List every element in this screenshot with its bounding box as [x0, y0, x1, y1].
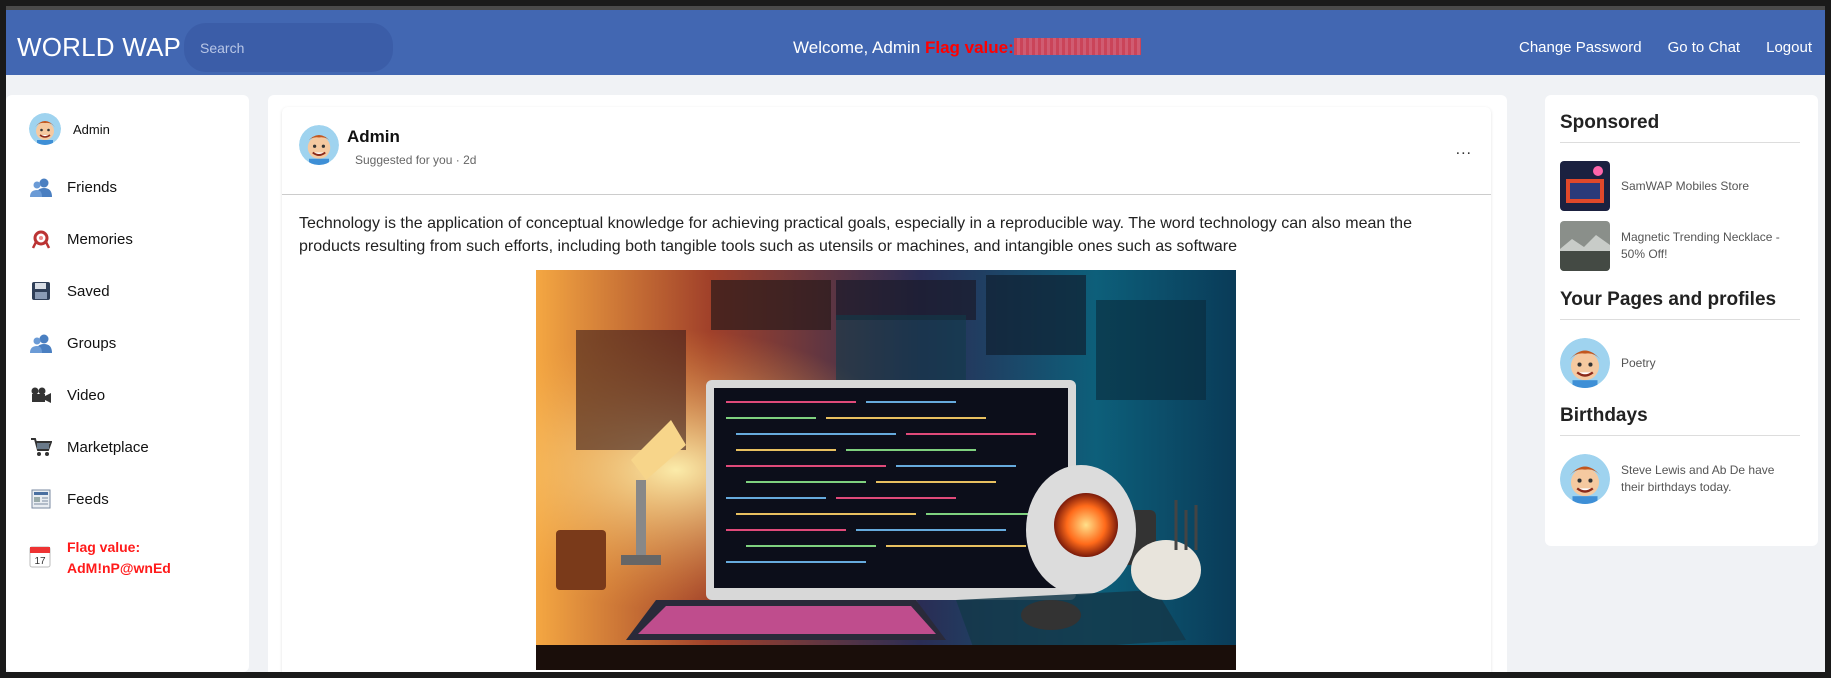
welcome-text: Welcome, Admin	[793, 38, 921, 57]
logout-link[interactable]: Logout	[1766, 39, 1812, 56]
post-header: Admin Suggested for you · 2d ...	[282, 107, 1491, 195]
avatar	[1560, 454, 1610, 504]
sidebar-item-video[interactable]: Video	[29, 383, 105, 407]
sidebar-item-marketplace[interactable]: Marketplace	[29, 435, 149, 459]
avatar	[1560, 338, 1610, 388]
divider	[1560, 142, 1800, 143]
birthdays-title: Birthdays	[1560, 405, 1648, 426]
more-options-icon[interactable]: ...	[1456, 141, 1472, 159]
groups-icon	[29, 331, 53, 355]
sidebar-item-label: Memories	[67, 230, 133, 248]
friends-icon	[29, 175, 53, 199]
sidebar-item-label: Friends	[67, 178, 118, 196]
post-author[interactable]: Admin	[347, 127, 400, 147]
sidebar-flag-text: Flag value: AdM!nP@wnEd	[67, 539, 171, 576]
sponsored-thumbnail	[1560, 221, 1610, 271]
sponsored-item[interactable]: Magnetic Trending Necklace - 50% Off!	[1560, 221, 1791, 271]
sidebar-item-label: Groups	[67, 334, 117, 352]
brand-logo[interactable]: WORLD WAP	[17, 32, 181, 63]
svg-text:17: 17	[34, 556, 46, 567]
birthday-item[interactable]: Steve Lewis and Ab De have their birthda…	[1560, 454, 1791, 504]
app-frame: WORLD WAP Welcome, Admin Flag value: Cha…	[6, 6, 1825, 672]
page-label: Poetry	[1621, 355, 1656, 370]
welcome-message: Welcome, Admin Flag value:	[793, 38, 1141, 58]
sidebar-item-friends[interactable]: Friends	[29, 175, 117, 199]
pages-title: Your Pages and profiles	[1560, 289, 1777, 310]
top-nav-links: Change Password Go to Chat Logout	[1519, 39, 1812, 56]
change-password-link[interactable]: Change Password	[1519, 39, 1642, 56]
sidebar-item-label: Video	[67, 386, 106, 404]
sponsored-label: SamWAP Mobiles Store	[1621, 178, 1750, 193]
avatar[interactable]	[299, 125, 339, 165]
sidebar-profile-name: Admin	[73, 121, 110, 137]
sidebar-item-label: Marketplace	[67, 438, 149, 456]
calendar-icon: 17	[29, 544, 53, 573]
save-icon	[29, 279, 53, 303]
sidebar-item-label: Feeds	[67, 490, 109, 508]
page-item[interactable]: Poetry	[1560, 338, 1791, 388]
birthday-label: Steve Lewis and Ab De have their birthda…	[1621, 463, 1775, 494]
go-to-chat-link[interactable]: Go to Chat	[1668, 39, 1741, 56]
post-image	[536, 270, 1236, 670]
main-feed: Admin Suggested for you · 2d ... Technol…	[268, 95, 1507, 672]
top-navbar: WORLD WAP Welcome, Admin Flag value: Cha…	[6, 6, 1825, 75]
cart-icon	[29, 435, 53, 459]
sponsored-thumbnail	[1560, 161, 1610, 211]
newspaper-icon	[29, 487, 53, 511]
right-sidebar: Sponsored SamWAP Mobiles Store Magnetic …	[1545, 95, 1818, 546]
video-camera-icon	[29, 383, 53, 407]
sponsored-title: Sponsored	[1560, 112, 1660, 133]
memories-icon	[29, 227, 53, 251]
left-sidebar: Admin Friends Memories Saved Groups Vide…	[6, 95, 249, 672]
sidebar-item-label: Saved	[67, 282, 110, 300]
sponsored-item[interactable]: SamWAP Mobiles Store	[1560, 161, 1791, 211]
post-text: Technology is the application of concept…	[299, 215, 1412, 255]
divider	[1560, 319, 1800, 320]
sidebar-profile[interactable]: Admin	[29, 113, 110, 145]
avatar	[29, 113, 61, 145]
flag-label: Flag value:	[924, 38, 1014, 57]
sidebar-item-feeds[interactable]: Feeds	[29, 487, 109, 511]
flag-redacted-value	[1013, 38, 1141, 55]
sidebar-flag: 17 Flag value: AdM!nP@wnEd	[29, 537, 197, 579]
sidebar-item-memories[interactable]: Memories	[29, 227, 133, 251]
sidebar-item-saved[interactable]: Saved	[29, 279, 110, 303]
post-card: Admin Suggested for you · 2d ... Technol…	[282, 107, 1491, 672]
post-meta: Suggested for you · 2d	[355, 153, 477, 167]
divider	[1560, 435, 1800, 436]
sidebar-item-groups[interactable]: Groups	[29, 331, 116, 355]
sponsored-label: Magnetic Trending Necklace - 50% Off!	[1621, 230, 1780, 261]
search-input[interactable]	[184, 23, 393, 72]
